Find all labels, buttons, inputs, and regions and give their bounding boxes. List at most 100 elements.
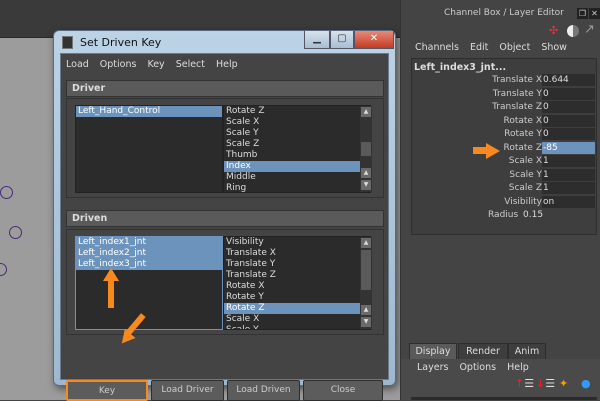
move-layer-up-icon[interactable]: ↑☰	[515, 377, 534, 390]
joint-icon[interactable]	[0, 263, 7, 276]
list-item[interactable]: Rotate Y	[224, 292, 370, 303]
list-item[interactable]: Rotate X	[224, 281, 370, 292]
list-item[interactable]: Index	[224, 161, 370, 172]
channel-value[interactable]: 0	[542, 114, 595, 127]
channel-name[interactable]: Rotate Y	[504, 128, 542, 141]
channel-name[interactable]: Rotate X	[504, 115, 543, 128]
channel-name[interactable]: Scale X	[509, 155, 542, 168]
menu-help[interactable]: Help	[216, 59, 238, 70]
channel-value[interactable]: 1	[542, 168, 595, 181]
menu-edit[interactable]: Edit	[470, 42, 488, 53]
maximize-button[interactable]: ▢	[330, 31, 354, 49]
channel-row[interactable]: Translate Z0	[412, 101, 596, 114]
channel-name[interactable]: Visibility	[504, 196, 542, 209]
channel-name[interactable]: Rotate Z	[504, 142, 543, 155]
channel-name[interactable]: Scale Y	[509, 169, 542, 182]
channel-value[interactable]: 0	[542, 87, 595, 100]
menu-select[interactable]: Select	[176, 59, 205, 70]
channel-value[interactable]: 0	[542, 128, 595, 140]
driven-attribute-list[interactable]: Visibility Translate X Translate Y Translat…	[223, 236, 371, 330]
channel-value[interactable]: -85	[542, 141, 595, 154]
channel-value[interactable]: 1	[542, 155, 595, 167]
close-window-button[interactable]: ✕	[354, 31, 394, 49]
tab-anim[interactable]: Anim	[508, 343, 546, 359]
scroll-down-icon[interactable]: ▼	[361, 317, 371, 327]
load-driven-button[interactable]: Load Driven	[227, 380, 300, 401]
list-item[interactable]: Ring	[224, 183, 370, 192]
driven-scrollbar[interactable]: ▲ ▲ ▼	[360, 237, 372, 329]
list-item[interactable]: Thumb	[224, 150, 370, 161]
pick-arrow-icon[interactable]: ↗	[584, 22, 595, 37]
list-item[interactable]: Left_index2_jnt	[76, 248, 222, 259]
scroll-up-icon[interactable]: ▲	[361, 238, 371, 248]
channel-row[interactable]: Scale Y1	[412, 168, 596, 182]
channel-row[interactable]: Translate X 0.644	[412, 74, 596, 87]
menu-options[interactable]: Options	[100, 59, 137, 70]
driver-attribute-list[interactable]: Rotate Z Scale X Scale Y Scale Z Thumb Index M…	[223, 105, 371, 193]
list-item[interactable]: Left_Hand_Control	[76, 106, 222, 117]
driven-header[interactable]: Driven	[66, 210, 384, 227]
load-driver-button[interactable]: Load Driver	[151, 380, 224, 401]
menu-options[interactable]: Options	[459, 362, 496, 373]
close-button[interactable]: Close	[303, 380, 383, 401]
scroll-down-icon[interactable]: ▼	[361, 180, 371, 190]
list-item[interactable]: Scale Z	[224, 139, 370, 150]
driven-object-list[interactable]: Left_index1_jnt Left_index2_jnt Left_index…	[75, 236, 223, 330]
channel-name[interactable]: Scale Z	[509, 182, 542, 195]
list-item[interactable]: Scale Y	[224, 128, 370, 139]
joint-icon[interactable]	[0, 186, 13, 199]
list-item[interactable]: Left_index1_jnt	[76, 237, 222, 248]
minimize-button[interactable]: ▁	[304, 31, 330, 49]
menu-help[interactable]: Help	[507, 362, 529, 373]
joint-icon[interactable]	[9, 226, 22, 239]
list-item[interactable]: Left_index3_jnt	[76, 259, 222, 270]
menu-load[interactable]: Load	[66, 59, 89, 70]
axis-icon[interactable]: ✣	[549, 24, 558, 37]
new-layer-selected-icon[interactable]: ●	[581, 377, 591, 390]
list-item[interactable]: Rotate Z	[224, 106, 370, 117]
key-button[interactable]: Key	[66, 380, 148, 401]
channel-row[interactable]: Rotate Y0	[412, 128, 596, 141]
list-item[interactable]: Translate Z	[224, 270, 370, 281]
channel-value[interactable]: 0.644	[542, 74, 595, 86]
list-item[interactable]: Scale X	[224, 117, 370, 128]
list-item[interactable]: Visibility	[224, 237, 370, 248]
menu-layers[interactable]: Layers	[417, 362, 448, 373]
channel-row[interactable]: Scale X1	[412, 155, 596, 168]
new-layer-icon[interactable]: ✦	[559, 377, 568, 390]
channel-value[interactable]: 0	[542, 101, 595, 113]
channel-row[interactable]: Visibility on	[412, 195, 596, 209]
menu-object[interactable]: Object	[499, 42, 530, 53]
tab-render[interactable]: Render	[458, 343, 508, 359]
channel-name[interactable]: Translate X	[492, 74, 542, 87]
list-item[interactable]: Rotate Z	[224, 303, 370, 314]
list-item[interactable]: Translate X	[224, 248, 370, 259]
channel-value[interactable]: 1	[542, 182, 595, 194]
channel-name[interactable]: Translate Y	[493, 88, 542, 101]
channel-row[interactable]: Rotate Z -85	[412, 141, 596, 155]
channel-value[interactable]: on	[542, 195, 595, 208]
scroll-up-icon[interactable]: ▲	[361, 305, 371, 315]
channel-row[interactable]: Rotate X0	[412, 114, 596, 128]
menu-channels[interactable]: Channels	[415, 42, 459, 53]
driver-object-list[interactable]: Left_Hand_Control	[75, 105, 223, 193]
scroll-thumb[interactable]	[361, 250, 371, 290]
channel-name[interactable]: Translate Z	[492, 101, 542, 114]
channel-row[interactable]: Translate Y0	[412, 87, 596, 101]
list-item[interactable]: Middle	[224, 172, 370, 183]
list-item[interactable]: Translate Y	[224, 259, 370, 270]
close-panel-icon[interactable]: ✕	[589, 8, 600, 19]
driver-scrollbar[interactable]: ▲ ▲ ▼	[360, 106, 372, 192]
driver-header[interactable]: Driver	[66, 80, 384, 97]
scroll-up-icon[interactable]: ▲	[361, 107, 371, 117]
scroll-up-icon[interactable]: ▲	[361, 168, 371, 178]
menu-show[interactable]: Show	[541, 42, 567, 53]
channel-row[interactable]: Scale Z1	[412, 182, 596, 195]
list-item[interactable]: Scale Y	[224, 325, 370, 329]
list-item[interactable]: Scale X	[224, 314, 370, 325]
float-icon[interactable]: ❐	[577, 8, 588, 19]
tab-display[interactable]: Display	[409, 343, 457, 359]
shading-icon[interactable]	[567, 25, 579, 37]
scroll-thumb[interactable]	[361, 142, 371, 156]
menu-key[interactable]: Key	[147, 59, 164, 70]
